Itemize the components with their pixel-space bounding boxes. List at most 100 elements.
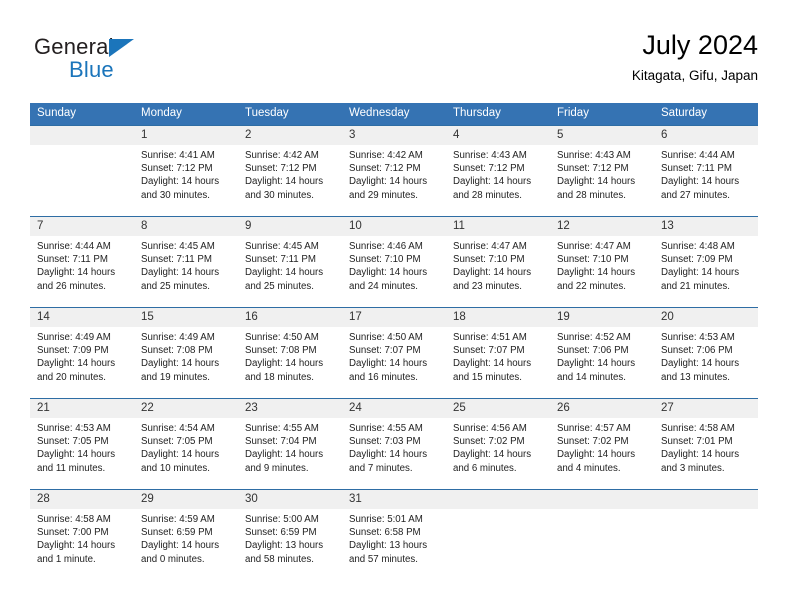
day-cell[interactable]: 22 Sunrise: 4:54 AM Sunset: 7:05 PM Dayl… bbox=[134, 398, 238, 490]
day-cell[interactable]: 2 Sunrise: 4:42 AM Sunset: 7:12 PM Dayli… bbox=[238, 125, 342, 217]
sunset-text: Sunset: 7:02 PM bbox=[557, 436, 629, 448]
day-cell[interactable]: 27 Sunrise: 4:58 AM Sunset: 7:01 PM Dayl… bbox=[654, 398, 758, 490]
title-block: July 2024 Kitagata, Gifu, Japan bbox=[632, 28, 758, 86]
sunset-text: Sunset: 6:59 PM bbox=[245, 527, 317, 539]
day-details: Sunrise: 4:55 AM Sunset: 7:03 PM Dayligh… bbox=[342, 418, 446, 475]
day-cell[interactable]: 8 Sunrise: 4:45 AM Sunset: 7:11 PM Dayli… bbox=[134, 216, 238, 308]
day-cell[interactable]: 21 Sunrise: 4:53 AM Sunset: 7:05 PM Dayl… bbox=[30, 398, 134, 490]
day-cell[interactable]: 31 Sunrise: 5:01 AM Sunset: 6:58 PM Dayl… bbox=[342, 489, 446, 580]
day-cell[interactable]: 23 Sunrise: 4:55 AM Sunset: 7:04 PM Dayl… bbox=[238, 398, 342, 490]
daylight-text-line1: Daylight: 14 hours bbox=[245, 449, 324, 461]
sunrise-text: Sunrise: 4:46 AM bbox=[349, 241, 423, 252]
day-cell[interactable]: 3 Sunrise: 4:42 AM Sunset: 7:12 PM Dayli… bbox=[342, 125, 446, 217]
day-cell[interactable] bbox=[550, 489, 654, 580]
day-number: 10 bbox=[342, 217, 446, 236]
sunrise-text: Sunrise: 4:51 AM bbox=[453, 332, 527, 343]
day-cell[interactable]: 16 Sunrise: 4:50 AM Sunset: 7:08 PM Dayl… bbox=[238, 307, 342, 399]
day-cell[interactable]: 11 Sunrise: 4:47 AM Sunset: 7:10 PM Dayl… bbox=[446, 216, 550, 308]
sunrise-text: Sunrise: 4:43 AM bbox=[557, 150, 631, 161]
daylight-text-line1: Daylight: 14 hours bbox=[557, 449, 636, 461]
day-number: 27 bbox=[654, 399, 758, 418]
day-cell[interactable]: 15 Sunrise: 4:49 AM Sunset: 7:08 PM Dayl… bbox=[134, 307, 238, 399]
sunrise-text: Sunrise: 4:49 AM bbox=[37, 332, 111, 343]
sunset-text: Sunset: 7:09 PM bbox=[37, 345, 109, 357]
day-number: 25 bbox=[446, 399, 550, 418]
sunset-text: Sunset: 7:11 PM bbox=[661, 163, 732, 175]
day-cell[interactable]: 7 Sunrise: 4:44 AM Sunset: 7:11 PM Dayli… bbox=[30, 216, 134, 308]
day-number: 8 bbox=[134, 217, 238, 236]
day-details: Sunrise: 4:54 AM Sunset: 7:05 PM Dayligh… bbox=[134, 418, 238, 475]
day-details: Sunrise: 4:56 AM Sunset: 7:02 PM Dayligh… bbox=[446, 418, 550, 475]
daylight-text-line2: and 11 minutes. bbox=[37, 462, 106, 474]
weekday-header-wednesday: Wednesday bbox=[342, 103, 446, 126]
daylight-text-line1: Daylight: 14 hours bbox=[557, 176, 636, 188]
day-number: 17 bbox=[342, 308, 446, 327]
day-cell[interactable]: 20 Sunrise: 4:53 AM Sunset: 7:06 PM Dayl… bbox=[654, 307, 758, 399]
day-cell[interactable]: 9 Sunrise: 4:45 AM Sunset: 7:11 PM Dayli… bbox=[238, 216, 342, 308]
day-cell[interactable]: 28 Sunrise: 4:58 AM Sunset: 7:00 PM Dayl… bbox=[30, 489, 134, 580]
day-details: Sunrise: 4:58 AM Sunset: 7:01 PM Dayligh… bbox=[654, 418, 758, 475]
daylight-text-line1: Daylight: 14 hours bbox=[349, 176, 428, 188]
day-cell[interactable]: 14 Sunrise: 4:49 AM Sunset: 7:09 PM Dayl… bbox=[30, 307, 134, 399]
daylight-text-line2: and 7 minutes. bbox=[349, 462, 413, 474]
day-cell[interactable]: 25 Sunrise: 4:56 AM Sunset: 7:02 PM Dayl… bbox=[446, 398, 550, 490]
week-row: 28 Sunrise: 4:58 AM Sunset: 7:00 PM Dayl… bbox=[30, 489, 758, 580]
daylight-text-line1: Daylight: 14 hours bbox=[37, 449, 116, 461]
day-cell[interactable] bbox=[30, 125, 134, 217]
day-details: Sunrise: 5:01 AM Sunset: 6:58 PM Dayligh… bbox=[342, 509, 446, 566]
daylight-text-line2: and 3 minutes. bbox=[661, 462, 725, 474]
sunset-text: Sunset: 7:12 PM bbox=[141, 163, 213, 175]
sunrise-text: Sunrise: 4:43 AM bbox=[453, 150, 527, 161]
daylight-text-line2: and 0 minutes. bbox=[141, 553, 205, 565]
day-details: Sunrise: 4:58 AM Sunset: 7:00 PM Dayligh… bbox=[30, 509, 134, 566]
day-cell[interactable]: 5 Sunrise: 4:43 AM Sunset: 7:12 PM Dayli… bbox=[550, 125, 654, 217]
daylight-text-line2: and 16 minutes. bbox=[349, 371, 418, 383]
weekday-header-friday: Friday bbox=[550, 103, 654, 126]
daylight-text-line2: and 58 minutes. bbox=[245, 553, 314, 565]
day-cell[interactable]: 18 Sunrise: 4:51 AM Sunset: 7:07 PM Dayl… bbox=[446, 307, 550, 399]
week-row: 21 Sunrise: 4:53 AM Sunset: 7:05 PM Dayl… bbox=[30, 398, 758, 490]
day-cell[interactable]: 4 Sunrise: 4:43 AM Sunset: 7:12 PM Dayli… bbox=[446, 125, 550, 217]
daylight-text-line2: and 23 minutes. bbox=[453, 280, 522, 292]
sunset-text: Sunset: 7:12 PM bbox=[453, 163, 525, 175]
day-number: 2 bbox=[238, 126, 342, 145]
sunrise-text: Sunrise: 5:00 AM bbox=[245, 514, 319, 525]
day-number: 4 bbox=[446, 126, 550, 145]
day-cell[interactable]: 1 Sunrise: 4:41 AM Sunset: 7:12 PM Dayli… bbox=[134, 125, 238, 217]
day-number: 5 bbox=[550, 126, 654, 145]
day-cell[interactable]: 29 Sunrise: 4:59 AM Sunset: 6:59 PM Dayl… bbox=[134, 489, 238, 580]
day-cell[interactable]: 17 Sunrise: 4:50 AM Sunset: 7:07 PM Dayl… bbox=[342, 307, 446, 399]
page-subtitle: Kitagata, Gifu, Japan bbox=[631, 68, 758, 83]
day-cell[interactable]: 19 Sunrise: 4:52 AM Sunset: 7:06 PM Dayl… bbox=[550, 307, 654, 399]
day-cell[interactable]: 13 Sunrise: 4:48 AM Sunset: 7:09 PM Dayl… bbox=[654, 216, 758, 308]
daylight-text-line2: and 19 minutes. bbox=[141, 371, 210, 383]
sunrise-text: Sunrise: 4:55 AM bbox=[349, 423, 423, 434]
daylight-text-line2: and 14 minutes. bbox=[557, 371, 626, 383]
day-cell[interactable]: 30 Sunrise: 5:00 AM Sunset: 6:59 PM Dayl… bbox=[238, 489, 342, 580]
day-details: Sunrise: 4:55 AM Sunset: 7:04 PM Dayligh… bbox=[238, 418, 342, 475]
daylight-text-line1: Daylight: 14 hours bbox=[557, 267, 636, 279]
day-number: 12 bbox=[550, 217, 654, 236]
sunrise-text: Sunrise: 4:48 AM bbox=[661, 241, 735, 252]
sunset-text: Sunset: 7:01 PM bbox=[661, 436, 733, 448]
daylight-text-line2: and 26 minutes. bbox=[37, 280, 106, 292]
sunrise-text: Sunrise: 4:59 AM bbox=[141, 514, 215, 525]
daylight-text-line2: and 27 minutes. bbox=[661, 189, 730, 201]
day-cell[interactable] bbox=[654, 489, 758, 580]
day-cell[interactable]: 10 Sunrise: 4:46 AM Sunset: 7:10 PM Dayl… bbox=[342, 216, 446, 308]
day-details: Sunrise: 4:45 AM Sunset: 7:11 PM Dayligh… bbox=[238, 236, 342, 293]
day-cell[interactable]: 24 Sunrise: 4:55 AM Sunset: 7:03 PM Dayl… bbox=[342, 398, 446, 490]
sunset-text: Sunset: 7:00 PM bbox=[37, 527, 109, 539]
daylight-text-line1: Daylight: 14 hours bbox=[141, 449, 220, 461]
day-details: Sunrise: 4:50 AM Sunset: 7:07 PM Dayligh… bbox=[342, 327, 446, 384]
day-cell[interactable]: 6 Sunrise: 4:44 AM Sunset: 7:11 PM Dayli… bbox=[654, 125, 758, 217]
day-number: 16 bbox=[238, 308, 342, 327]
day-cell[interactable] bbox=[446, 489, 550, 580]
daylight-text-line2: and 1 minute. bbox=[37, 553, 96, 565]
day-cell[interactable]: 12 Sunrise: 4:47 AM Sunset: 7:10 PM Dayl… bbox=[550, 216, 654, 308]
sunset-text: Sunset: 7:11 PM bbox=[37, 254, 108, 266]
day-cell[interactable]: 26 Sunrise: 4:57 AM Sunset: 7:02 PM Dayl… bbox=[550, 398, 654, 490]
day-number bbox=[654, 490, 758, 509]
sunrise-text: Sunrise: 5:01 AM bbox=[349, 514, 423, 525]
day-details: Sunrise: 4:49 AM Sunset: 7:09 PM Dayligh… bbox=[30, 327, 134, 384]
